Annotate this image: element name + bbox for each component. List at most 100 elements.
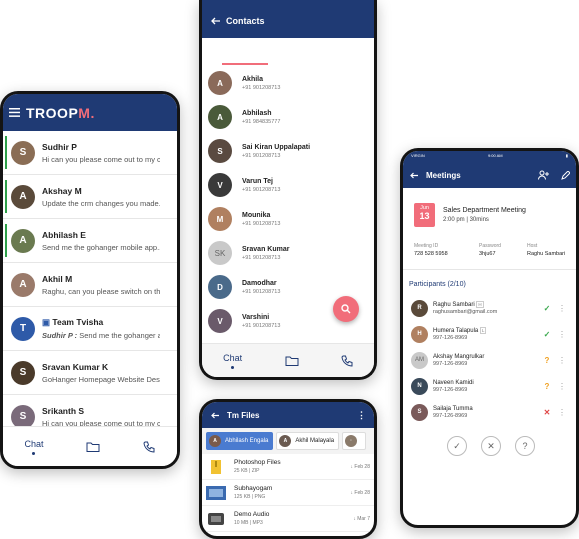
contact-item[interactable]: V Varun Tej +91 901208713 [202,168,374,202]
download-icon[interactable]: ↓ [351,464,354,470]
more-vertical-icon[interactable]: ⋮ [357,410,366,421]
avatar: A [11,228,35,253]
contact-item[interactable]: A Akhila +91 901208713 [202,66,374,100]
participant-row[interactable]: R Raghu Sambari Hraghusambari@gmail.com … [411,297,566,319]
chat-name: Akshay M [42,185,82,196]
phone-icon[interactable] [341,355,353,367]
tab-tm[interactable] [202,38,288,65]
tab-contacts[interactable] [288,38,374,65]
chat-name: Abhilash E [42,229,86,240]
back-arrow-icon[interactable] [409,172,418,179]
more-vertical-icon[interactable]: ⋮ [558,304,566,313]
maybe-button[interactable]: ? [515,436,535,456]
member-chip[interactable]: · [342,432,367,450]
avatar: A [11,184,35,209]
menu-icon[interactable] [9,108,20,117]
date-badge: Jun 13 [414,203,435,227]
avatar: S [208,139,232,163]
contact-item[interactable]: A Abhilash +91 984835777 [202,100,374,134]
back-arrow-icon[interactable] [210,17,220,25]
decline-button[interactable]: ✕ [481,436,501,456]
more-vertical-icon[interactable]: ⋮ [558,382,566,391]
avatar: M [208,207,232,231]
contact-item[interactable]: SK Sravan Kumar +91 901208713 [202,236,374,270]
avatar: AM [411,351,428,369]
bottom-tab-bar: Chat [3,426,177,466]
file-item[interactable]: Demo Audio 10 MB | MP3 ↓ Mar 7 [202,506,374,532]
more-vertical-icon[interactable]: ⋮ [558,356,566,365]
chat-phone: TROOPM. S Sudhir P Hi can you please come… [0,91,180,469]
meeting-id: Meeting ID 728 528 5958 [414,243,448,257]
more-vertical-icon[interactable]: ⋮ [558,330,566,339]
meeting-password: Password 3hju67 [479,243,501,257]
chat-header: TROOPM. [3,94,177,131]
more-vertical-icon[interactable]: ⋮ [558,408,566,417]
member-chip[interactable]: A Akhil Malayala [276,432,340,450]
avatar: S [11,140,35,165]
chat-message: GoHanger Homepage Website Desi... [42,374,160,384]
image-thumbnail [206,485,226,500]
battery-icon: ▮ [565,153,568,158]
bottom-tab-bar: Chat [202,343,374,377]
contacts-header: Contacts [202,0,374,65]
avatar: A [209,435,221,447]
contacts-phone: Contacts A Akhila +91 901208713 A Abhilash +… [199,0,377,380]
chat-item[interactable]: S Sudhir P Hi can you please come out to … [3,131,177,175]
avatar: SK [208,241,232,265]
contact-item[interactable]: S Sai Kiran Uppalapati +91 901208713 [202,134,374,168]
add-user-icon[interactable] [538,170,549,180]
accepted-icon: ✓ [543,303,551,313]
avatar: R [411,299,428,317]
file-item[interactable]: Photoshop Files 25 KB | ZIP ↓ Feb 28 [202,454,374,480]
tab-chat[interactable]: Chat [24,439,44,455]
zip-file-icon [206,459,226,474]
participant-row[interactable]: H Humera Talapula L 997-126-8969 ✓ ⋮ [411,323,566,345]
participant-row[interactable]: N Naveen Kamidi 997-126-8969 ? ⋮ [411,375,566,397]
chat-item[interactable]: A Akshay M Update the crm changes you mad… [3,175,177,219]
edit-icon[interactable] [561,170,570,180]
files-header: Tm Files ⋮ [202,402,374,428]
chat-item[interactable]: A Akhil M Raghu, can you please switch on… [3,263,177,307]
participant-row[interactable]: S Sailaja Tumma 997-126-8969 ✕ ⋮ [411,401,566,423]
member-chip[interactable]: A Abhilash Engala [206,432,274,450]
chat-item[interactable]: A Abhilash E Send me the gohanger mobile … [3,219,177,263]
chat-item[interactable]: S Sravan Kumar K GoHanger Homepage Websit… [3,351,177,395]
chat-item[interactable]: T ▣ Team Tvisha Sudhir P : Send me the g… [3,307,177,351]
download-icon[interactable]: ↓ [353,516,356,522]
chat-name: Akhil M [42,273,73,284]
avatar: H [411,325,428,343]
search-fab-button[interactable] [333,296,359,322]
folder-icon[interactable] [285,355,299,366]
chat-message: Sudhir P : Send me the gohanger app... [42,331,160,340]
folder-icon[interactable] [86,441,100,452]
avatar: V [208,309,232,333]
participant-row[interactable]: AM Akshay Mangrulkar 997-126-8969 ? ⋮ [411,349,566,371]
avatar: A [279,435,292,447]
member-chips: A Abhilash Engala A Akhil Malayala · [202,428,374,454]
status-bar: VIRGIN 9:00 AM ▮ [403,151,576,162]
chat-name: ▣ Team Tvisha [42,317,104,327]
back-arrow-icon[interactable] [210,412,219,419]
group-icon: ▣ [42,317,53,327]
chat-name: Sravan Kumar K [42,361,109,372]
chat-message: Send me the gohanger mobile app... [42,242,160,252]
file-item[interactable]: Subhayogam 125 KB | PNG ↓ Feb 28 [202,480,374,506]
avatar: S [11,360,35,385]
avatar: S [411,403,428,421]
files-phone: Tm Files ⋮ A Abhilash Engala A Akhil Malay… [199,399,377,539]
avatar: A [208,105,232,129]
meeting-host: Host Raghu Sambari [527,243,566,257]
tab-chat[interactable]: Chat [223,353,242,369]
contact-item[interactable]: M Mounika +91 901208713 [202,202,374,236]
phone-icon[interactable] [143,441,155,453]
chat-name: Sudhir P [42,141,77,152]
meeting-header: Meetings [403,162,576,188]
avatar: A [208,71,232,95]
contacts-tabs [202,38,374,65]
app-logo: TROOPM. [26,104,95,121]
download-icon[interactable]: ↓ [351,490,354,496]
accepted-icon: ✓ [543,329,551,339]
meeting-time: 2:00 pm | 30mins [443,217,489,223]
accept-button[interactable]: ✓ [447,436,467,456]
meeting-title: Sales Department Meeting [443,207,526,214]
